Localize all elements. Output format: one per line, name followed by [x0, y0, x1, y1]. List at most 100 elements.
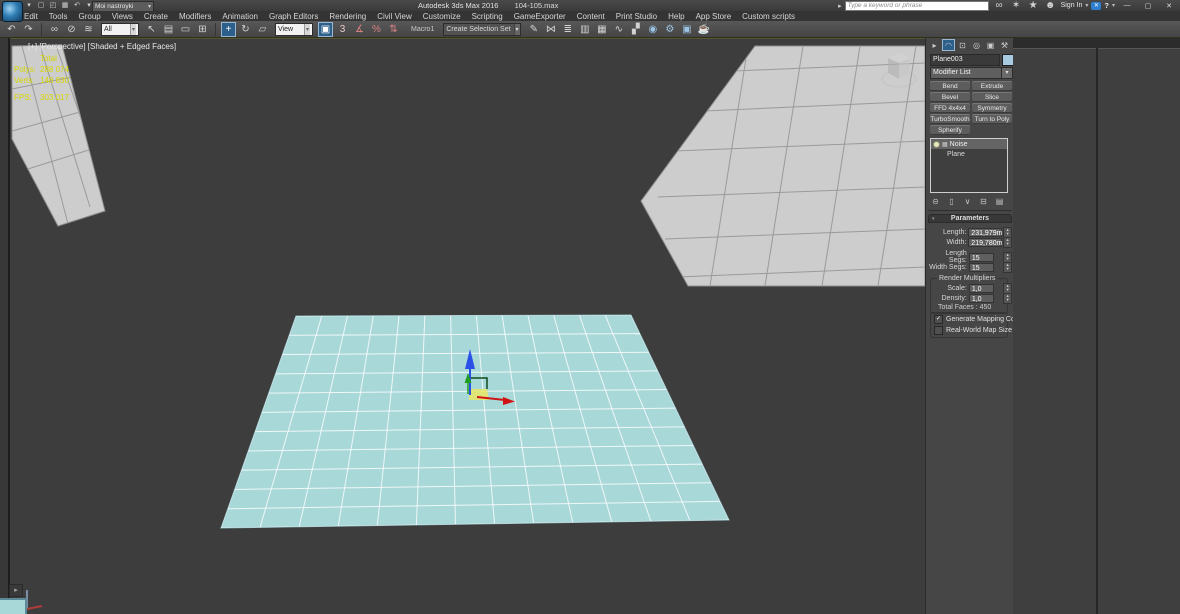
- material-editor-icon[interactable]: ◉: [645, 22, 660, 37]
- modifier-list-dropdown[interactable]: Modifier List: [930, 67, 1002, 79]
- ribbon-icon[interactable]: ▦: [594, 22, 609, 37]
- parameters-rollout-header[interactable]: ▾ Parameters: [928, 214, 1012, 223]
- unlink-selection-icon[interactable]: ⊘: [64, 22, 79, 37]
- redo-icon[interactable]: ↷: [21, 22, 36, 37]
- menu-item-graph-editors[interactable]: Graph Editors: [269, 12, 318, 21]
- length-segs-field[interactable]: 15: [968, 252, 995, 262]
- modifier-button-symmetry[interactable]: Symmetry: [972, 103, 1012, 113]
- undo-icon[interactable]: ↶: [72, 1, 82, 10]
- object-name-field[interactable]: Plane003: [930, 54, 1000, 66]
- menu-item-scripting[interactable]: Scripting: [472, 12, 503, 21]
- spinner-snap-icon[interactable]: ⇅: [386, 22, 401, 37]
- help-icon[interactable]: ?: [1104, 1, 1109, 10]
- select-and-scale-icon[interactable]: ▱: [255, 22, 270, 37]
- create-tab-icon[interactable]: ▸: [928, 39, 941, 51]
- select-by-name-icon[interactable]: ▤: [161, 22, 176, 37]
- menu-item-gameexporter[interactable]: GameExporter: [514, 12, 566, 21]
- menu-item-customize[interactable]: Customize: [423, 12, 461, 21]
- configure-modifier-sets-icon[interactable]: ▤: [994, 196, 1005, 207]
- real-world-checkbox[interactable]: [934, 326, 943, 335]
- width-segs-field[interactable]: 15: [968, 262, 995, 272]
- sign-in-caret-icon[interactable]: ▾: [1085, 2, 1088, 9]
- length-field[interactable]: 231,979m: [968, 227, 1002, 237]
- layer-manager-icon[interactable]: ▥: [577, 22, 592, 37]
- angle-snap-icon[interactable]: ∡: [352, 22, 367, 37]
- width-field[interactable]: 219,780m: [968, 237, 1002, 247]
- stack-item-plane[interactable]: Plane: [931, 149, 1007, 159]
- maximize-button[interactable]: ▢: [1139, 2, 1157, 10]
- modifier-button-slice[interactable]: Slice: [972, 92, 1012, 102]
- menu-item-tools[interactable]: Tools: [49, 12, 68, 21]
- select-and-link-icon[interactable]: ∞: [47, 22, 62, 37]
- menu-item-animation[interactable]: Animation: [222, 12, 258, 21]
- render-production-icon[interactable]: ☕: [696, 22, 711, 37]
- select-and-rotate-icon[interactable]: ↻: [238, 22, 253, 37]
- remove-modifier-icon[interactable]: ⊟: [978, 196, 989, 207]
- rectangular-selection-region-icon[interactable]: ▭: [178, 22, 193, 37]
- close-button[interactable]: ✕: [1160, 2, 1178, 10]
- percent-snap-icon[interactable]: %: [369, 22, 384, 37]
- modifier-stack[interactable]: ▦ Noise Plane: [930, 138, 1008, 193]
- mirror-icon[interactable]: ⋈: [543, 22, 558, 37]
- use-pivot-point-icon[interactable]: ▣: [318, 21, 333, 37]
- select-object-icon[interactable]: ↖: [144, 22, 159, 37]
- selection-filter-dropdown[interactable]: All ▾: [101, 22, 139, 36]
- a360-exchange-icon[interactable]: ✕: [1091, 1, 1102, 10]
- menu-item-group[interactable]: Group: [78, 12, 100, 21]
- width-segs-spinner[interactable]: ▴ ▾: [1003, 261, 1013, 273]
- select-and-move-icon[interactable]: +: [221, 21, 236, 37]
- show-end-result-icon[interactable]: ▯: [946, 196, 957, 207]
- make-unique-icon[interactable]: ∨: [962, 196, 973, 207]
- menu-item-views[interactable]: Views: [112, 12, 133, 21]
- utilities-tab-icon[interactable]: ⚒: [998, 39, 1011, 51]
- save-file-icon[interactable]: ▦: [60, 1, 70, 10]
- menu-item-help[interactable]: Help: [668, 12, 684, 21]
- menu-item-edit[interactable]: Edit: [24, 12, 38, 21]
- snap-toggle-3d-icon[interactable]: 3: [335, 22, 350, 37]
- align-icon[interactable]: ≣: [560, 22, 575, 37]
- named-selection-set-dropdown[interactable]: Create Selection Set ▾: [443, 22, 522, 36]
- modifier-enable-bulb-icon[interactable]: [933, 140, 940, 148]
- menu-item-print-studio[interactable]: Print Studio: [616, 12, 657, 21]
- menu-item-custom-scripts[interactable]: Custom scripts: [742, 12, 795, 21]
- search-input[interactable]: [844, 0, 989, 11]
- render-setup-icon[interactable]: ⚙: [662, 22, 677, 37]
- modifier-button-spherify[interactable]: Spherify: [930, 125, 970, 135]
- help-caret-icon[interactable]: ▾: [1112, 2, 1115, 9]
- app-logo[interactable]: [2, 1, 23, 22]
- modifier-list-caret-icon[interactable]: ▾: [1002, 67, 1013, 79]
- stack-item-noise[interactable]: ▦ Noise: [931, 139, 1007, 149]
- play-animation-icon[interactable]: ▸: [9, 584, 23, 597]
- scale-field[interactable]: 1,0: [968, 283, 995, 293]
- menu-item-content[interactable]: Content: [577, 12, 605, 21]
- viewport-label[interactable]: [+] [Perspective] [Shaded + Edged Faces]: [28, 42, 176, 51]
- app-menu-caret-icon[interactable]: ▾: [24, 1, 34, 10]
- menu-item-rendering[interactable]: Rendering: [329, 12, 366, 21]
- open-file-icon[interactable]: ◰: [48, 1, 58, 10]
- density-spinner[interactable]: ▴ ▾: [1003, 292, 1013, 304]
- modifier-button-bend[interactable]: Bend: [930, 81, 970, 91]
- menu-item-civil-view[interactable]: Civil View: [377, 12, 412, 21]
- display-tab-icon[interactable]: ▣: [984, 39, 997, 51]
- undo-icon[interactable]: ↶: [4, 22, 19, 37]
- motion-tab-icon[interactable]: ◎: [970, 39, 983, 51]
- modifier-button-turbosmooth[interactable]: TurboSmooth: [930, 114, 970, 124]
- hierarchy-tab-icon[interactable]: ⊡: [956, 39, 969, 51]
- left-viewport-sliver[interactable]: [0, 38, 10, 614]
- curve-editor-icon[interactable]: ∿: [611, 22, 626, 37]
- generate-mapping-checkbox[interactable]: ✓: [934, 315, 943, 324]
- white-plane-top-right[interactable]: [640, 45, 925, 287]
- window-crossing-icon[interactable]: ⊞: [195, 22, 210, 37]
- minimize-button[interactable]: —: [1118, 2, 1136, 9]
- modify-tab-icon[interactable]: ◠: [942, 39, 955, 51]
- schematic-view-icon[interactable]: ▞: [628, 22, 643, 37]
- menu-item-modifiers[interactable]: Modifiers: [179, 12, 211, 21]
- modifier-button-ffd-4x4x4[interactable]: FFD 4x4x4: [930, 103, 970, 113]
- selected-plane-object[interactable]: [220, 314, 730, 529]
- width-spinner[interactable]: ▴ ▾: [1003, 236, 1012, 248]
- new-scene-icon[interactable]: ▢: [36, 1, 46, 10]
- modifier-button-extrude[interactable]: Extrude: [972, 81, 1012, 91]
- infocenter-expander-icon[interactable]: ▸: [838, 2, 842, 10]
- modifier-button-bevel[interactable]: Bevel: [930, 92, 970, 102]
- dock-divider[interactable]: [1096, 48, 1098, 614]
